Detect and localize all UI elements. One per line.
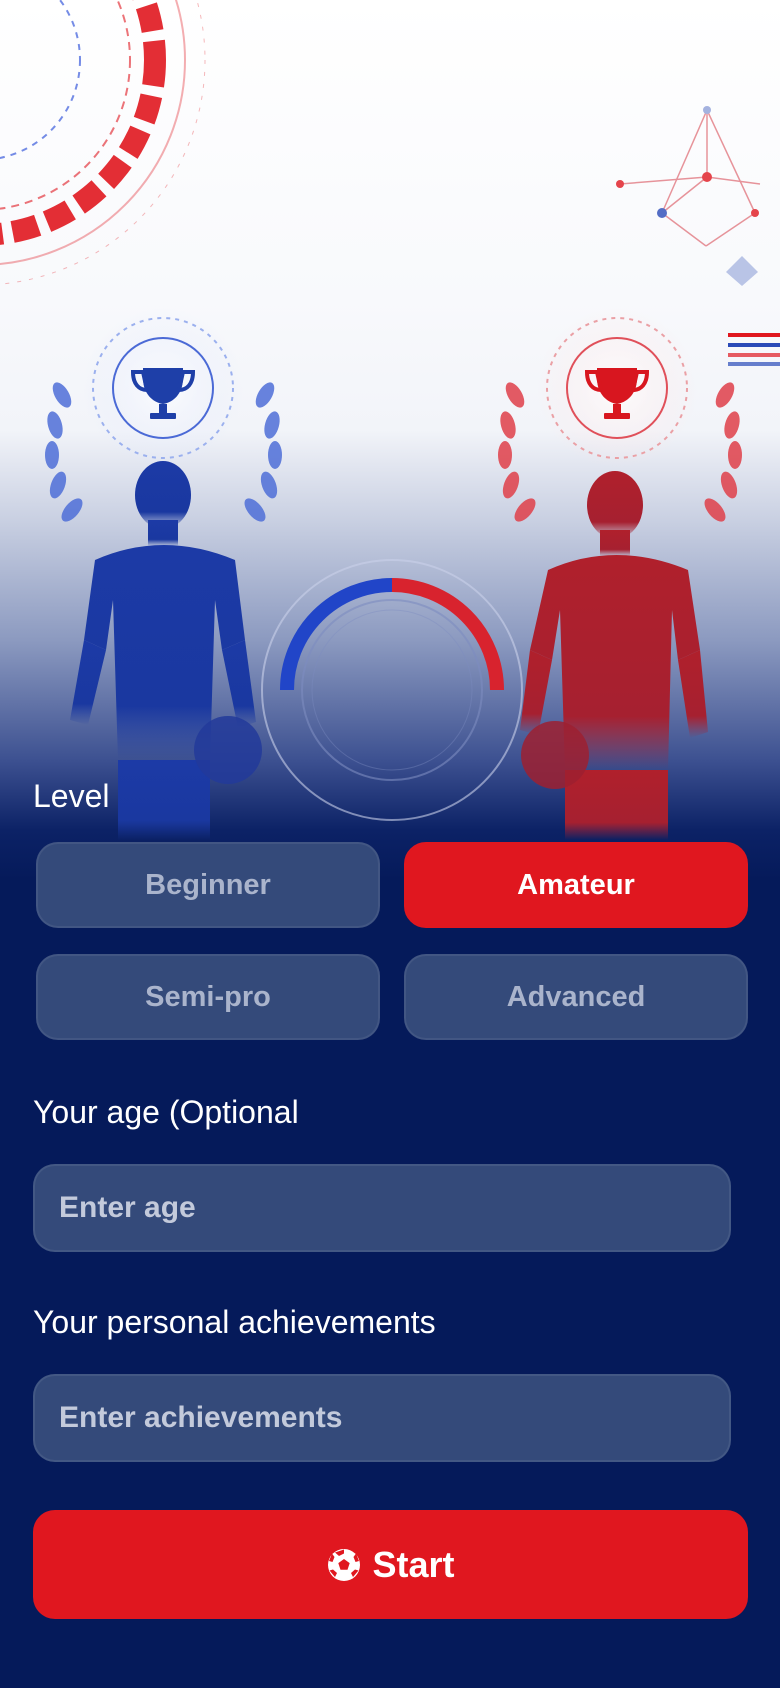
blue-trophy-badge bbox=[83, 308, 243, 468]
level-label: Level bbox=[33, 778, 110, 814]
onboarding-screen: Level Beginner Amateur Semi-pro Advanced… bbox=[0, 0, 780, 1688]
red-player-silhouette bbox=[520, 471, 708, 840]
red-trophy-badge bbox=[537, 308, 697, 468]
versus-ring-decoration bbox=[261, 559, 523, 821]
level-option-label: Amateur bbox=[517, 868, 635, 901]
network-decoration bbox=[616, 106, 761, 286]
stripes-decoration bbox=[728, 333, 780, 366]
level-option-label: Semi-pro bbox=[145, 980, 271, 1013]
hero-illustration bbox=[0, 0, 780, 840]
level-option-label: Beginner bbox=[145, 868, 271, 901]
achievements-input[interactable] bbox=[33, 1374, 731, 1462]
level-option-semi-pro[interactable]: Semi-pro bbox=[36, 954, 380, 1040]
soccer-ball-icon bbox=[326, 1547, 362, 1583]
radar-arcs-decoration bbox=[0, 0, 206, 285]
start-button[interactable]: Start bbox=[33, 1510, 748, 1619]
level-option-beginner[interactable]: Beginner bbox=[36, 842, 380, 928]
level-option-label: Advanced bbox=[506, 980, 646, 1013]
level-option-amateur[interactable]: Amateur bbox=[404, 842, 748, 928]
age-input[interactable] bbox=[33, 1164, 731, 1252]
level-option-advanced[interactable]: Advanced bbox=[404, 954, 748, 1040]
achievements-label: Your personal achievements bbox=[33, 1304, 436, 1340]
age-label: Your age (Optional bbox=[33, 1094, 299, 1130]
start-button-label: Start bbox=[372, 1543, 455, 1585]
